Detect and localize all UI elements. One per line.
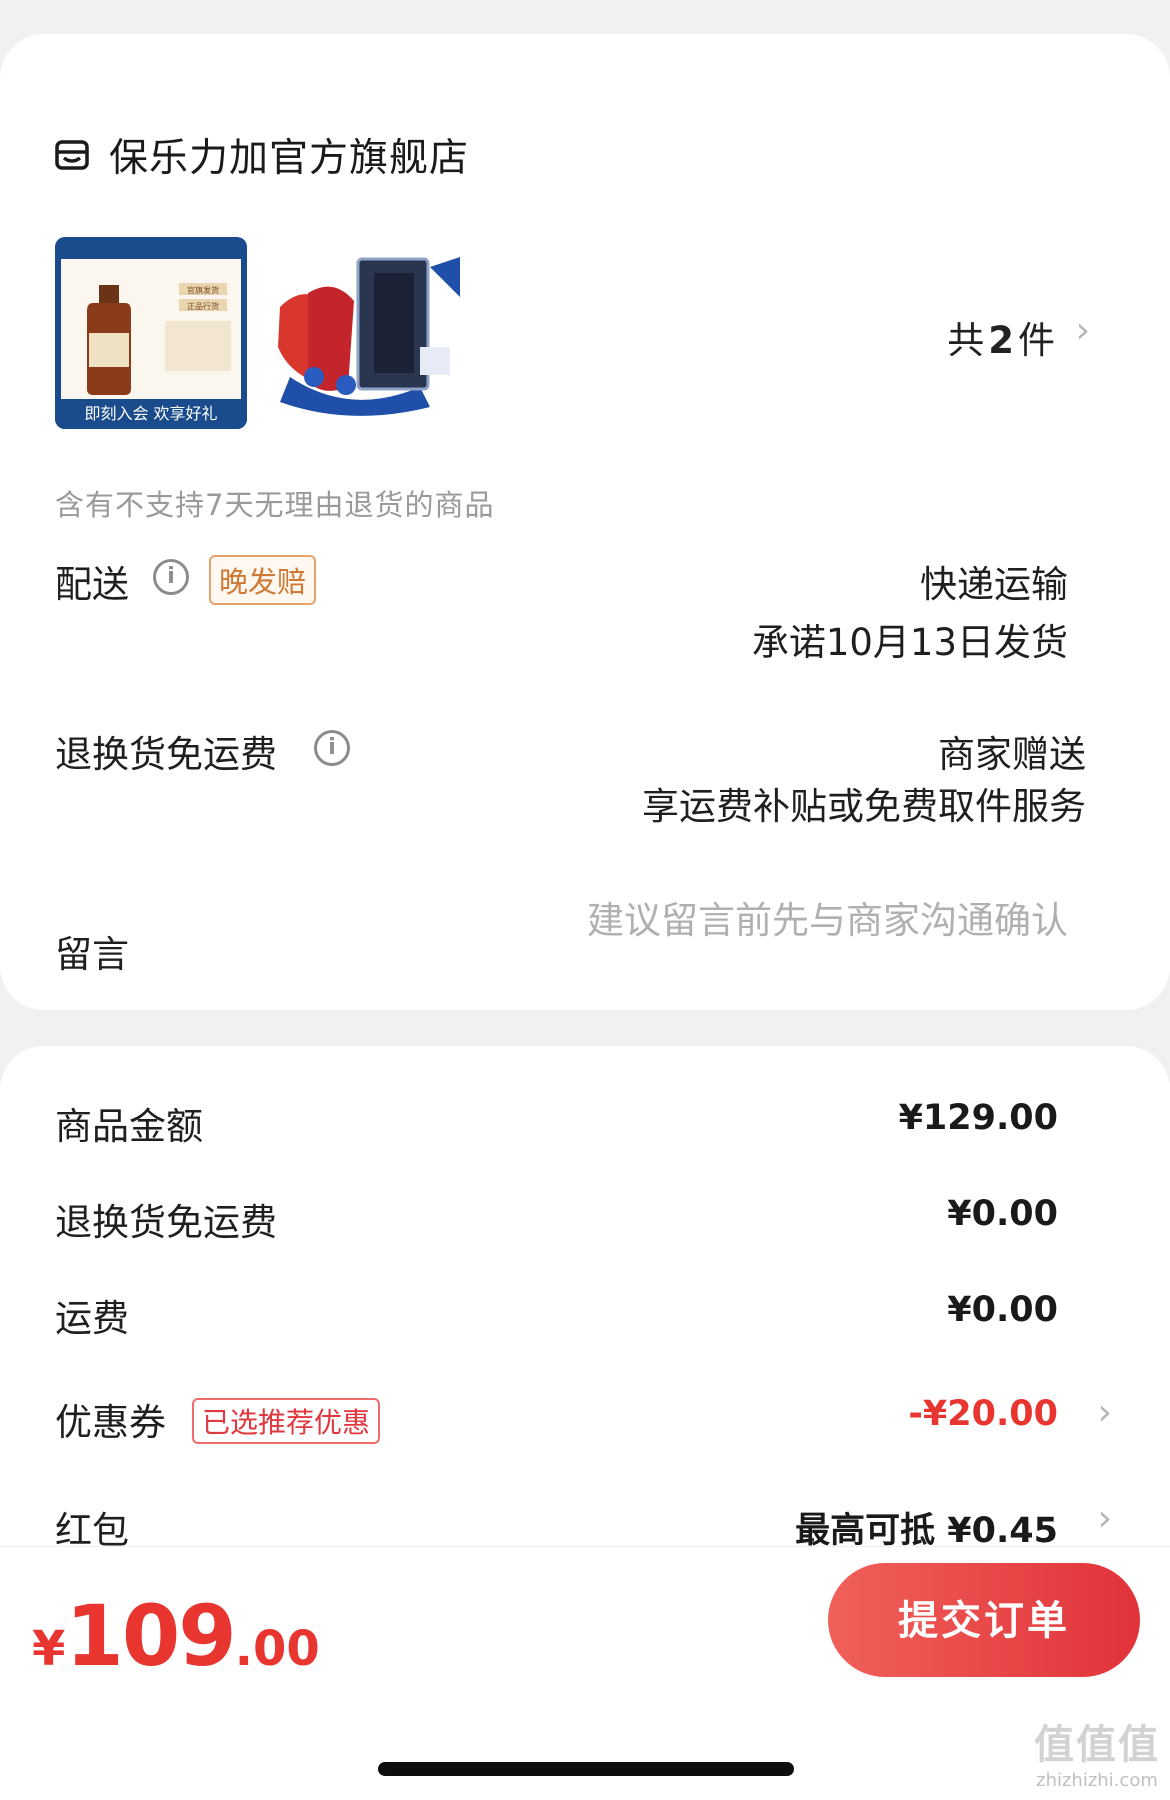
submit-order-button[interactable]: 提交订单 [828,1563,1140,1677]
watermark-site: zhizhizhi.com [1036,1770,1158,1791]
delivery-promise: 承诺10月13日发货 [751,621,1068,664]
item-count-prefix: 共 [947,319,985,362]
chevron-right-icon[interactable]: › [1098,1392,1112,1433]
item-count-suffix: 件 [1018,319,1055,362]
return-policy-notice: 含有不支持7天无理由退货的商品 [55,488,495,522]
gift-box-image [270,237,462,429]
currency-symbol: ¥ [32,1621,66,1677]
goods-amount-value: ¥129.00 [898,1098,1058,1138]
item-count-number: 2 [988,319,1014,362]
late-delivery-tag: 晚发赔 [209,555,317,605]
coupon-selected-tag: 已选推荐优惠 [192,1398,381,1444]
watermark: 值值值 zhizhizhi.com [1034,1712,1160,1791]
return-shipping-value: 商家赠送 [938,733,1086,776]
delivery-method: 快递运输 [920,563,1068,606]
item-count[interactable]: 共2件 [947,310,1055,364]
shipping-fee-label: 运费 [55,1297,129,1340]
return-fee-label: 退换货免运费 [55,1201,277,1244]
store-header[interactable]: 保乐力加官方旗舰店 [55,130,470,181]
store-icon [55,140,89,170]
price-card: 商品金额 ¥129.00 退换货免运费 ¥0.00 运费 ¥0.00 优惠券 已… [0,1046,1170,1566]
watermark-logo: 值值值 [1034,1722,1160,1768]
thumb-banner-text: 即刻入会 欢享好礼 [84,404,217,423]
home-indicator[interactable] [378,1762,794,1776]
message-label: 留言 [55,933,129,976]
chevron-right-icon[interactable]: › [1076,310,1090,351]
thumb-tag-text: 正品行货 [187,301,219,311]
coupon-value[interactable]: -¥20.00 [908,1394,1058,1434]
message-input[interactable]: 建议留言前先与商家沟通确认 [587,890,1068,944]
store-name: 保乐力加官方旗舰店 [109,136,470,181]
chevron-right-icon[interactable]: › [1098,1498,1112,1539]
red-packet-value-text: 最高可抵 ¥0.45 [795,1511,1058,1551]
total-price: ¥ 109 .00 [32,1587,320,1685]
return-shipping-detail: 享运费补贴或免费取件服务 [642,785,1086,828]
info-icon[interactable]: i [153,559,189,595]
return-shipping-label: 退换货免运费 [55,733,277,776]
total-integer: 109 [65,1587,236,1685]
goods-amount-label: 商品金额 [55,1105,203,1148]
return-fee-value: ¥0.00 [947,1194,1058,1234]
info-icon[interactable]: i [314,730,350,766]
thumb-tag-text: 官旗发货 [187,285,219,295]
whisky-image: 即刻入会 欢享好礼 官旗发货 正品行货 [55,237,247,429]
coupon-label: 优惠券 [55,1401,166,1444]
product-thumbnail-whisky[interactable]: 即刻入会 欢享好礼 官旗发货 正品行货 [55,237,247,429]
store-card: 保乐力加官方旗舰店 即刻入会 欢享好礼 官旗发货 正品行货 共 2 件 › 含有… [0,34,1170,1010]
product-thumbnail-gift[interactable] [270,237,462,429]
delivery-label: 配送 [55,563,129,606]
shipping-fee-value: ¥0.00 [947,1290,1058,1330]
total-decimal: .00 [234,1621,320,1677]
